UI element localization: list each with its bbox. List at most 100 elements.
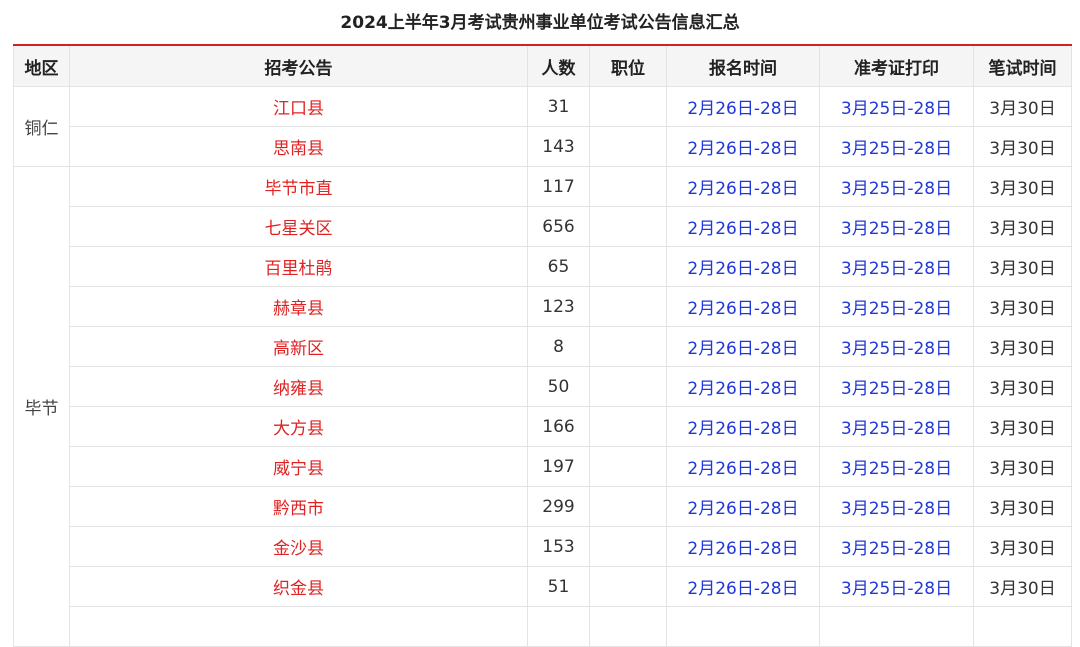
- position-cell: [589, 126, 667, 167]
- col-header-region: 地区: [13, 44, 70, 87]
- empty-cell: [666, 606, 820, 647]
- notice-link[interactable]: 纳雍县: [69, 366, 528, 407]
- registration-time-link[interactable]: 2月26日-28日: [666, 406, 820, 447]
- headcount-cell: 299: [527, 486, 590, 527]
- admission-ticket-link[interactable]: 3月25日-28日: [819, 446, 974, 487]
- exam-time-cell: 3月30日: [973, 326, 1072, 367]
- table-row-partial: [14, 606, 1072, 647]
- registration-time-link[interactable]: 2月26日-28日: [666, 326, 820, 367]
- position-cell: [589, 86, 667, 127]
- notice-link[interactable]: 七星关区: [69, 206, 528, 247]
- headcount-cell: 143: [527, 126, 590, 167]
- region-cell: 铜仁: [13, 86, 70, 167]
- notice-link[interactable]: 百里杜鹃: [69, 246, 528, 287]
- table-row: 百里杜鹃 65 2月26日-28日 3月25日-28日 3月30日: [14, 246, 1072, 287]
- admission-ticket-link[interactable]: 3月25日-28日: [819, 286, 974, 327]
- notice-link[interactable]: 黔西市: [69, 486, 528, 527]
- headcount-cell: 123: [527, 286, 590, 327]
- empty-cell: [69, 606, 528, 647]
- notice-link[interactable]: 思南县: [69, 126, 528, 167]
- registration-time-link[interactable]: 2月26日-28日: [666, 526, 820, 567]
- notice-link[interactable]: 毕节市直: [69, 166, 528, 207]
- position-cell: [589, 566, 667, 607]
- headcount-cell: 31: [527, 86, 590, 127]
- headcount-cell: 656: [527, 206, 590, 247]
- notice-link[interactable]: 大方县: [69, 406, 528, 447]
- admission-ticket-link[interactable]: 3月25日-28日: [819, 246, 974, 287]
- registration-time-link[interactable]: 2月26日-28日: [666, 566, 820, 607]
- table-row: 七星关区 656 2月26日-28日 3月25日-28日 3月30日: [14, 206, 1072, 247]
- exam-time-cell: 3月30日: [973, 526, 1072, 567]
- table-row: 高新区 8 2月26日-28日 3月25日-28日 3月30日: [14, 326, 1072, 367]
- exam-info-table: 地区 招考公告 人数 职位 报名时间 准考证打印 笔试时间 铜仁 江口县 31 2月2…: [13, 44, 1072, 647]
- registration-time-link[interactable]: 2月26日-28日: [666, 446, 820, 487]
- col-header-registration-time: 报名时间: [666, 44, 820, 87]
- table-body: 铜仁 江口县 31 2月26日-28日 3月25日-28日 3月30日 思南县 143 2月26…: [13, 86, 1072, 647]
- notice-link[interactable]: 织金县: [69, 566, 528, 607]
- page-title: 2024上半年3月考试贵州事业单位考试公告信息汇总: [340, 13, 740, 33]
- notice-link[interactable]: 威宁县: [69, 446, 528, 487]
- notice-link[interactable]: 江口县: [69, 86, 528, 127]
- admission-ticket-link[interactable]: 3月25日-28日: [819, 406, 974, 447]
- exam-time-cell: 3月30日: [973, 366, 1072, 407]
- table-row: 黔西市 299 2月26日-28日 3月25日-28日 3月30日: [14, 486, 1072, 527]
- exam-time-cell: 3月30日: [973, 286, 1072, 327]
- position-cell: [589, 446, 667, 487]
- notice-link[interactable]: 高新区: [69, 326, 528, 367]
- table-row: 赫章县 123 2月26日-28日 3月25日-28日 3月30日: [14, 286, 1072, 327]
- col-header-admission-ticket: 准考证打印: [819, 44, 974, 87]
- admission-ticket-link[interactable]: 3月25日-28日: [819, 206, 974, 247]
- exam-time-cell: 3月30日: [973, 166, 1072, 207]
- table-row: 纳雍县 50 2月26日-28日 3月25日-28日 3月30日: [14, 366, 1072, 407]
- exam-time-cell: 3月30日: [973, 206, 1072, 247]
- registration-time-link[interactable]: 2月26日-28日: [666, 286, 820, 327]
- registration-time-link[interactable]: 2月26日-28日: [666, 126, 820, 167]
- position-cell: [589, 246, 667, 287]
- exam-time-cell: 3月30日: [973, 566, 1072, 607]
- col-header-exam-time: 笔试时间: [973, 44, 1072, 87]
- admission-ticket-link[interactable]: 3月25日-28日: [819, 366, 974, 407]
- col-header-notice: 招考公告: [69, 44, 528, 87]
- header-row: 地区 招考公告 人数 职位 报名时间 准考证打印 笔试时间: [13, 44, 1072, 87]
- table-row: 金沙县 153 2月26日-28日 3月25日-28日 3月30日: [14, 526, 1072, 567]
- headcount-cell: 117: [527, 166, 590, 207]
- admission-ticket-link[interactable]: 3月25日-28日: [819, 326, 974, 367]
- admission-ticket-link[interactable]: 3月25日-28日: [819, 526, 974, 567]
- table-row: 毕节 毕节市直 117 2月26日-28日 3月25日-28日 3月30日: [13, 166, 1072, 647]
- headcount-cell: 166: [527, 406, 590, 447]
- registration-time-link[interactable]: 2月26日-28日: [666, 246, 820, 287]
- col-header-position: 职位: [589, 44, 667, 87]
- headcount-cell: 197: [527, 446, 590, 487]
- headcount-cell: 8: [527, 326, 590, 367]
- admission-ticket-link[interactable]: 3月25日-28日: [819, 486, 974, 527]
- headcount-cell: 50: [527, 366, 590, 407]
- admission-ticket-link[interactable]: 3月25日-28日: [819, 566, 974, 607]
- exam-time-cell: 3月30日: [973, 486, 1072, 527]
- registration-time-link[interactable]: 2月26日-28日: [666, 206, 820, 247]
- position-cell: [589, 526, 667, 567]
- table-row: 铜仁 江口县 31 2月26日-28日 3月25日-28日 3月30日: [13, 86, 1072, 167]
- registration-time-link[interactable]: 2月26日-28日: [666, 366, 820, 407]
- empty-cell: [973, 606, 1072, 647]
- registration-time-link[interactable]: 2月26日-28日: [666, 86, 820, 127]
- headcount-cell: 65: [527, 246, 590, 287]
- position-cell: [589, 366, 667, 407]
- exam-time-cell: 3月30日: [973, 446, 1072, 487]
- exam-time-cell: 3月30日: [973, 406, 1072, 447]
- position-cell: [589, 286, 667, 327]
- notice-link[interactable]: 金沙县: [69, 526, 528, 567]
- admission-ticket-link[interactable]: 3月25日-28日: [819, 86, 974, 127]
- registration-time-link[interactable]: 2月26日-28日: [666, 166, 820, 207]
- position-cell: [589, 326, 667, 367]
- admission-ticket-link[interactable]: 3月25日-28日: [819, 166, 974, 207]
- position-cell: [589, 166, 667, 207]
- registration-time-link[interactable]: 2月26日-28日: [666, 486, 820, 527]
- col-header-count: 人数: [527, 44, 590, 87]
- empty-cell: [527, 606, 590, 647]
- admission-ticket-link[interactable]: 3月25日-28日: [819, 126, 974, 167]
- headcount-cell: 153: [527, 526, 590, 567]
- table-row: 威宁县 197 2月26日-28日 3月25日-28日 3月30日: [14, 446, 1072, 487]
- table-row: 大方县 166 2月26日-28日 3月25日-28日 3月30日: [14, 406, 1072, 447]
- empty-cell: [589, 606, 667, 647]
- notice-link[interactable]: 赫章县: [69, 286, 528, 327]
